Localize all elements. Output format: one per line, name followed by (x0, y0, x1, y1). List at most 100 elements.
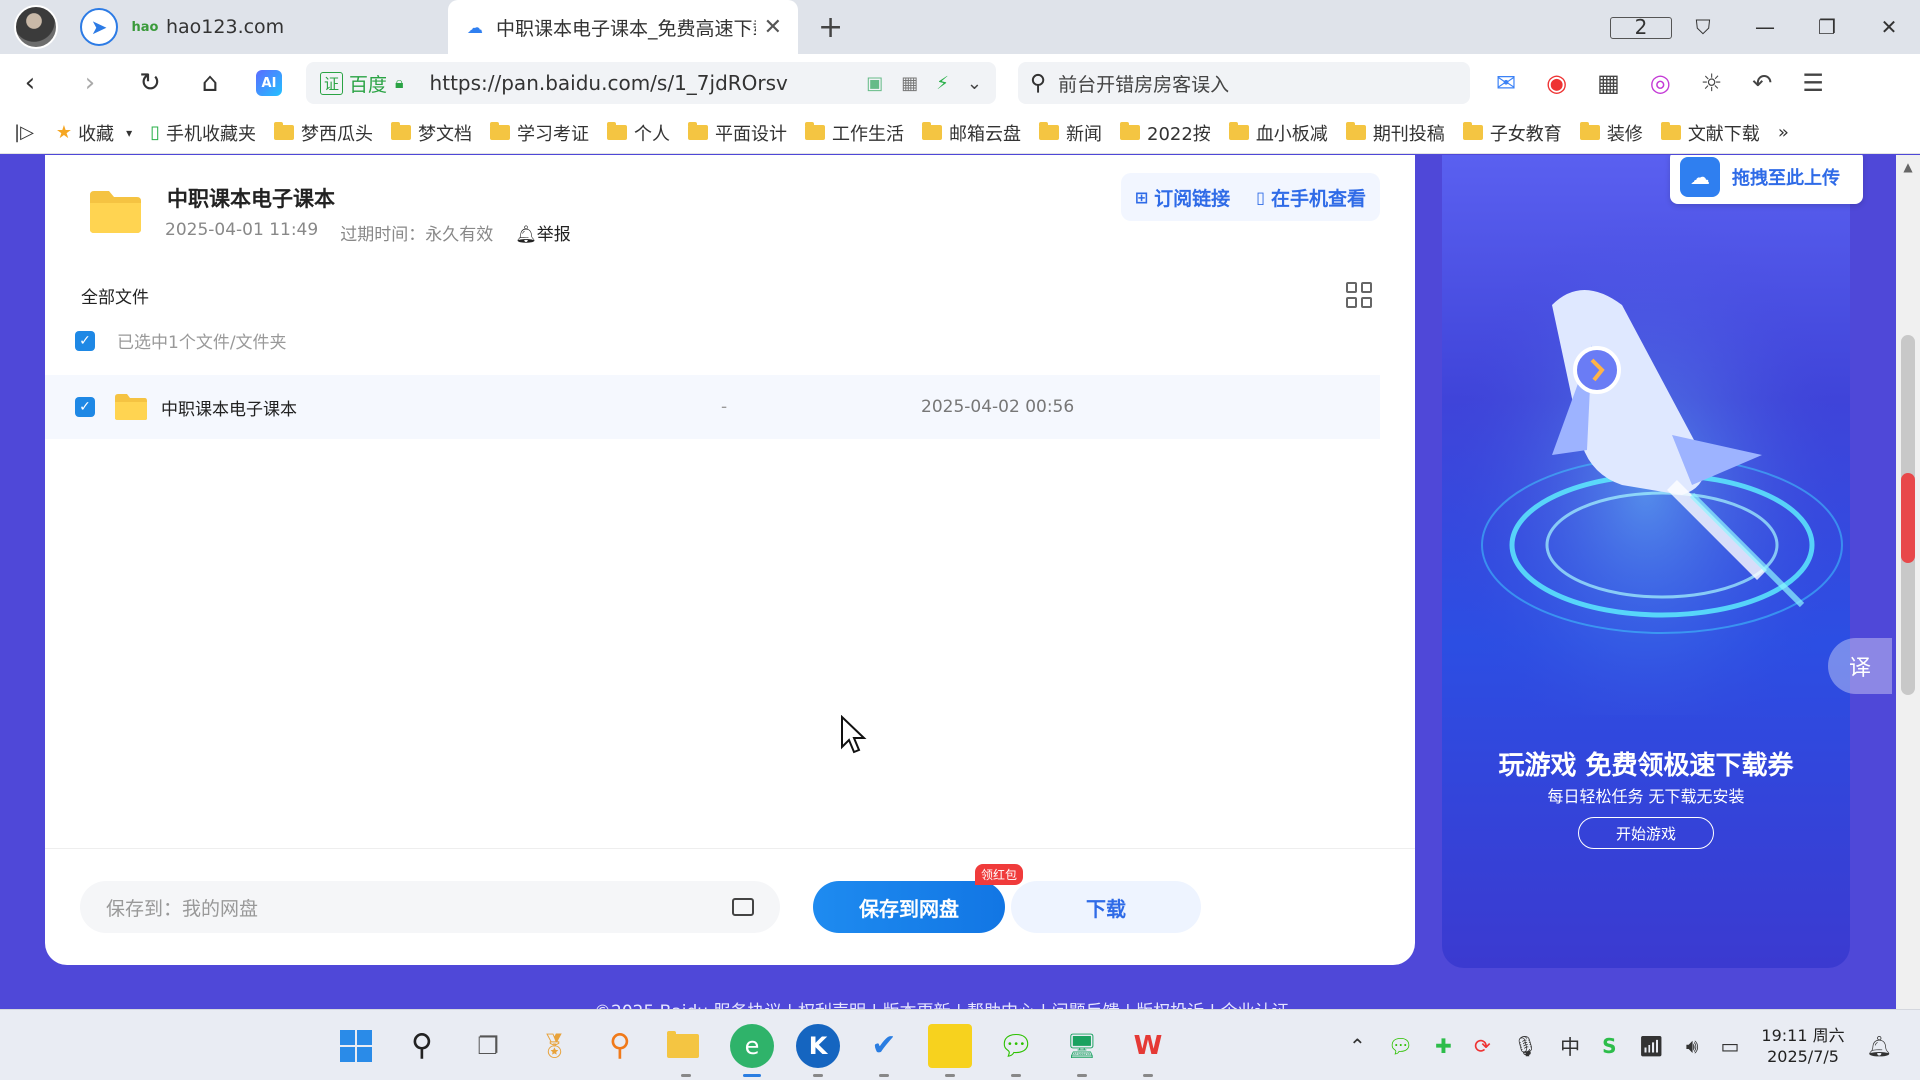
lightning-icon[interactable]: ⚡︎ (936, 73, 949, 94)
todo-app-icon[interactable]: ✔ (862, 1024, 906, 1077)
subscribe-link-button[interactable]: ⊞ 订阅链接 (1135, 184, 1230, 211)
browser-app-icon[interactable]: e (730, 1023, 774, 1077)
translate-button[interactable]: 译 (1828, 638, 1892, 694)
notification-bell-icon[interactable]: 🔔︎ (1867, 1034, 1892, 1058)
image-icon[interactable]: ▣ (866, 73, 883, 94)
url-bar[interactable]: 证 百度 🔒︎ https://pan.baidu.com/s/1_7jdROr… (306, 62, 996, 104)
file-name[interactable]: 中职课本电子课本 (161, 395, 721, 420)
remote-desktop-icon[interactable]: 🖥︎ (1060, 1024, 1104, 1077)
certificate-badge[interactable]: 证 (320, 71, 344, 95)
ime-indicator[interactable]: 中 (1560, 1031, 1580, 1060)
minimize-button[interactable]: — (1734, 15, 1796, 39)
qr-code-icon[interactable]: ▦ (901, 73, 918, 94)
navigation-arrow-icon[interactable]: ➤ (80, 8, 118, 46)
bookmark-item[interactable]: 梦西瓜头 (274, 120, 373, 146)
wifi-icon[interactable]: 📶︎ (1639, 1034, 1664, 1058)
sidebar-toggle-icon[interactable]: |▷ (14, 122, 34, 143)
wechat-icon[interactable]: 💬︎ (994, 1024, 1038, 1077)
menu-icon[interactable]: ☰ (1802, 69, 1824, 97)
folder-picker-icon[interactable] (732, 898, 754, 916)
drag-upload-button[interactable]: ☁ 拖拽至此上传 (1670, 155, 1863, 204)
forward-button[interactable]: › (60, 68, 120, 98)
tab-hao123[interactable]: hao hao123.com (118, 0, 448, 54)
sticky-notes-icon[interactable] (928, 1023, 972, 1077)
scroll-up-icon[interactable]: ▲ (1896, 155, 1920, 179)
chevron-down-icon[interactable]: ⌄ (967, 73, 982, 94)
select-all-checkbox[interactable]: ✓ (75, 330, 95, 351)
bookmark-item[interactable]: 平面设计 (688, 120, 787, 146)
windows-start-icon[interactable] (334, 1024, 378, 1068)
tab-count-button[interactable]: 2 (1610, 15, 1672, 39)
sogou-icon[interactable]: S (1602, 1034, 1616, 1058)
medal-app-icon[interactable]: 🏅︎ (532, 1024, 576, 1068)
start-game-button[interactable]: 开始游戏 (1578, 817, 1714, 849)
search-input[interactable]: ⚲ 前台开错房房客误入 (1018, 62, 1470, 104)
more-bookmarks-icon[interactable]: » (1778, 122, 1789, 143)
weibo-icon[interactable]: ◉ (1546, 69, 1567, 97)
wechat-tray-icon[interactable]: 💬︎ (1388, 1034, 1413, 1058)
file-explorer-icon[interactable] (664, 1024, 708, 1077)
back-button[interactable]: ‹ (0, 68, 60, 98)
folder-icon (1462, 122, 1483, 140)
grid-view-icon[interactable] (1346, 282, 1372, 308)
footer-links[interactable]: ©2025 Baidu 服务协议 | 权利声明 | 版本更新 | 帮助中心 | … (594, 997, 1289, 1009)
mail-icon[interactable]: ✉ (1496, 69, 1516, 97)
search-icon[interactable]: ⚲ (400, 1024, 444, 1068)
save-to-pan-button[interactable]: 保存到网盘 (813, 881, 1005, 933)
brightness-icon[interactable]: ☼ (1701, 69, 1723, 97)
task-view-icon[interactable]: ❐ (466, 1024, 510, 1068)
bookmark-favorites[interactable]: ★ 收藏 ▾ (56, 120, 132, 146)
report-link[interactable]: 🔔︎举报 (515, 220, 571, 245)
shirt-skin-icon[interactable]: ⛉ (1672, 15, 1734, 39)
clock[interactable]: 19:11 周六 2025/7/5 (1761, 1025, 1844, 1067)
apps-grid-icon[interactable]: ▦ (1597, 69, 1620, 97)
bookmark-item[interactable]: 个人 (607, 120, 670, 146)
colorful-ai-icon[interactable]: ◎ (1650, 69, 1671, 97)
table-row[interactable]: ✓ 中职课本电子课本 - 2025-04-02 00:56 (45, 375, 1380, 439)
bookmark-item[interactable]: 2022按 (1120, 120, 1211, 146)
share-actions: ⊞ 订阅链接 ▯ 在手机查看 (1120, 173, 1380, 221)
close-tab-icon[interactable]: ✕ (764, 15, 782, 40)
battery-icon[interactable]: ▭ (1721, 1034, 1740, 1058)
home-button[interactable]: ⌂ (180, 68, 240, 98)
chevron-up-icon[interactable]: ⌃ (1349, 1034, 1366, 1058)
bookmark-item[interactable]: ▯ 手机收藏夹 (150, 120, 256, 146)
url-text[interactable]: https://pan.baidu.com/s/1_7jdROrsv (430, 71, 867, 95)
bookmark-item[interactable]: 血小板减 (1228, 120, 1328, 146)
bookmark-item[interactable]: 期刊投稿 (1345, 120, 1445, 146)
bookmark-item[interactable]: 文献下载 (1660, 120, 1760, 146)
ai-assistant-icon[interactable]: AI (256, 70, 282, 96)
bookmark-item[interactable]: 邮箱云盘 (922, 120, 1021, 146)
microphone-icon[interactable]: 🎙︎ (1513, 1034, 1538, 1058)
game-ad-banner[interactable]: 玩游戏 免费领极速下载券 每日轻松任务 无下载无安装 开始游戏 (1442, 155, 1850, 968)
all-files-breadcrumb[interactable]: 全部文件 (81, 283, 149, 308)
bookmark-item[interactable]: 装修 (1579, 120, 1643, 146)
restore-button[interactable]: ❐ (1796, 15, 1858, 39)
search-app-icon[interactable]: ⚲ (598, 1024, 642, 1068)
k-app-icon[interactable]: K (796, 1023, 840, 1077)
save-location-text: 保存到：我的网盘 (106, 897, 259, 920)
phone-icon: ▯ (150, 122, 160, 143)
download-button[interactable]: 下载 (1011, 881, 1201, 933)
bookmark-item[interactable]: 子女教育 (1462, 120, 1562, 146)
bookmark-item[interactable]: 新闻 (1039, 120, 1102, 146)
green-tray-icon[interactable]: ✚ (1435, 1034, 1452, 1058)
volume-icon[interactable]: 🔊︎ (1686, 1034, 1699, 1058)
close-window-button[interactable]: ✕ (1858, 15, 1920, 39)
bookmark-item[interactable]: 学习考证 (490, 120, 589, 146)
user-avatar[interactable] (14, 5, 58, 49)
row-checkbox[interactable]: ✓ (75, 397, 95, 417)
sync-tray-icon[interactable]: ⟳ (1474, 1034, 1491, 1058)
hao-icon: hao (131, 19, 159, 35)
reload-button[interactable]: ↻ (120, 68, 180, 98)
new-tab-button[interactable]: + (818, 10, 843, 45)
save-location-field[interactable]: 保存到：我的网盘 (80, 881, 780, 933)
tab-baidu-pan[interactable]: ☁ 中职课本电子课本_免费高速下载 ✕ (448, 0, 798, 54)
undo-icon[interactable]: ↶ (1752, 69, 1772, 97)
wps-icon[interactable]: W (1126, 1024, 1170, 1077)
bookmark-item[interactable]: 梦文档 (391, 120, 472, 146)
bookmark-item[interactable]: 工作生活 (805, 120, 904, 146)
view-on-phone-button[interactable]: ▯ 在手机查看 (1256, 184, 1366, 211)
page-scrollbar[interactable]: ▲ (1896, 155, 1920, 1009)
file-date: 2025-04-02 00:56 (921, 397, 1075, 417)
